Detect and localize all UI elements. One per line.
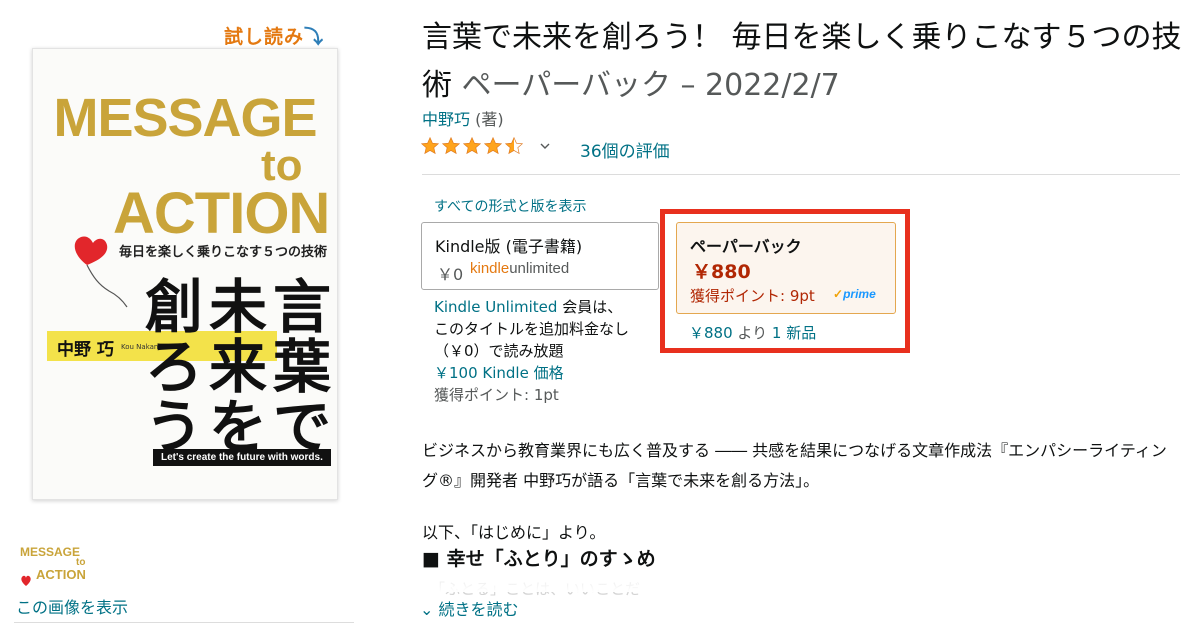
star-icon — [462, 136, 482, 155]
thumb-title-action: ACTION — [36, 567, 86, 582]
cover-author: 中野 巧 — [57, 340, 114, 360]
new-offer-link[interactable]: 1 新品 — [772, 324, 816, 342]
read-more-link[interactable]: ⌄ 続きを読む — [420, 596, 519, 620]
star-icon — [420, 136, 440, 155]
prime-badge: ✓prime — [833, 287, 876, 301]
format-option-kindle[interactable]: Kindle版 (電子書籍) ￥0 kindleunlimited — [421, 222, 659, 290]
cover-vertical-text-2: 未来を — [208, 273, 267, 461]
cover-title-action: ACTION — [113, 181, 330, 246]
format-label: Kindle版 (電子書籍) — [435, 237, 583, 256]
kindle-price-link[interactable]: ￥100 Kindle 価格 — [434, 364, 564, 382]
star-icon — [441, 136, 461, 155]
ku-note-text: 会員は、 — [557, 298, 623, 316]
format-price: ￥880 — [692, 261, 751, 283]
cover-tagline: Let's create the future with words. — [153, 449, 331, 466]
ku-logo-unlimited: unlimited — [509, 260, 570, 277]
ku-note-line2: このタイトルを追加料金なし — [434, 320, 630, 338]
kindle-unlimited-logo: kindleunlimited — [470, 260, 569, 277]
divider — [422, 174, 1180, 175]
author-link[interactable]: 中野巧 — [422, 110, 470, 129]
ku-note-line3: （￥0）で読み放題 — [434, 342, 564, 360]
fade-overlay — [420, 570, 720, 592]
product-title: 言葉で未来を創ろう！ 毎日を楽しく乗りこなす５つの技術 ペーパーバック – 20… — [422, 14, 1182, 110]
view-image-link[interactable]: この画像を表示 — [16, 594, 128, 618]
description-paragraph: ビジネスから教育業界にも広く普及する ―― 共感を結果につなげる文章作成法『エン… — [422, 441, 1167, 490]
binding-date: ペーパーバック – 2022/2/7 — [461, 68, 840, 103]
read-more-label: 続きを読む — [438, 600, 519, 619]
format-price: ￥0 — [437, 265, 464, 284]
half-star-icon — [504, 136, 524, 155]
cover-subtitle: 毎日を楽しく乗りこなす５つの技術 — [119, 245, 328, 260]
format-label: ペーパーバック — [690, 237, 802, 256]
all-formats-link[interactable]: すべての形式と版を表示 — [434, 196, 586, 216]
kindle-unlimited-link[interactable]: Kindle Unlimited — [434, 298, 557, 316]
cover-title-message: MESSAGE — [53, 88, 317, 148]
stars — [420, 136, 525, 156]
book-description: ビジネスから教育業界にも広く普及する ―― 共感を結果につなげる文章作成法『エン… — [422, 436, 1182, 548]
look-inside-link[interactable]: 試し読み⤵ — [224, 22, 324, 49]
cover-vertical-text-3: 創ろう — [144, 273, 203, 461]
star-icon — [483, 136, 503, 155]
paperback-points: 獲得ポイント: 9pt — [690, 287, 815, 305]
byline: 中野巧 (著) — [422, 106, 504, 130]
divider — [14, 622, 354, 623]
cover-thumbnail[interactable]: MESSAGE to ACTION — [14, 538, 92, 590]
offer-from: より — [732, 324, 772, 342]
format-option-paperback[interactable]: ペーパーバック ￥880 獲得ポイント: 9pt ✓prime — [676, 222, 896, 314]
new-offer: ￥880 より 1 新品 — [689, 322, 816, 343]
cover-vertical-text-1: 言葉で — [272, 273, 331, 461]
thumb-title-message: MESSAGE — [20, 545, 81, 559]
rating-count-link[interactable]: 36個の評価 — [580, 137, 670, 162]
ku-logo-kindle: kindle — [470, 260, 510, 277]
prime-label: prime — [843, 287, 876, 301]
offer-price[interactable]: ￥880 — [689, 324, 733, 342]
check-icon: ✓ — [833, 287, 844, 301]
heart-icon — [21, 575, 31, 586]
kindle-unlimited-note: Kindle Unlimited 会員は、 このタイトルを追加料金なし （￥0）… — [434, 296, 658, 406]
description-heading: ■ 幸せ「ふとり」のすゝめ — [422, 548, 656, 570]
look-inside-label: 試し読み — [224, 26, 305, 48]
star-rating[interactable] — [420, 136, 551, 156]
chevron-down-icon[interactable] — [539, 140, 551, 152]
book-cover-image[interactable]: MESSAGE to ACTION 毎日を楽しく乗りこなす５つの技術 中野 巧 … — [32, 48, 338, 500]
author-role: (著) — [475, 110, 504, 129]
kindle-points: 獲得ポイント: 1pt — [434, 386, 559, 404]
curved-arrow-icon: ⤵ — [304, 26, 325, 48]
